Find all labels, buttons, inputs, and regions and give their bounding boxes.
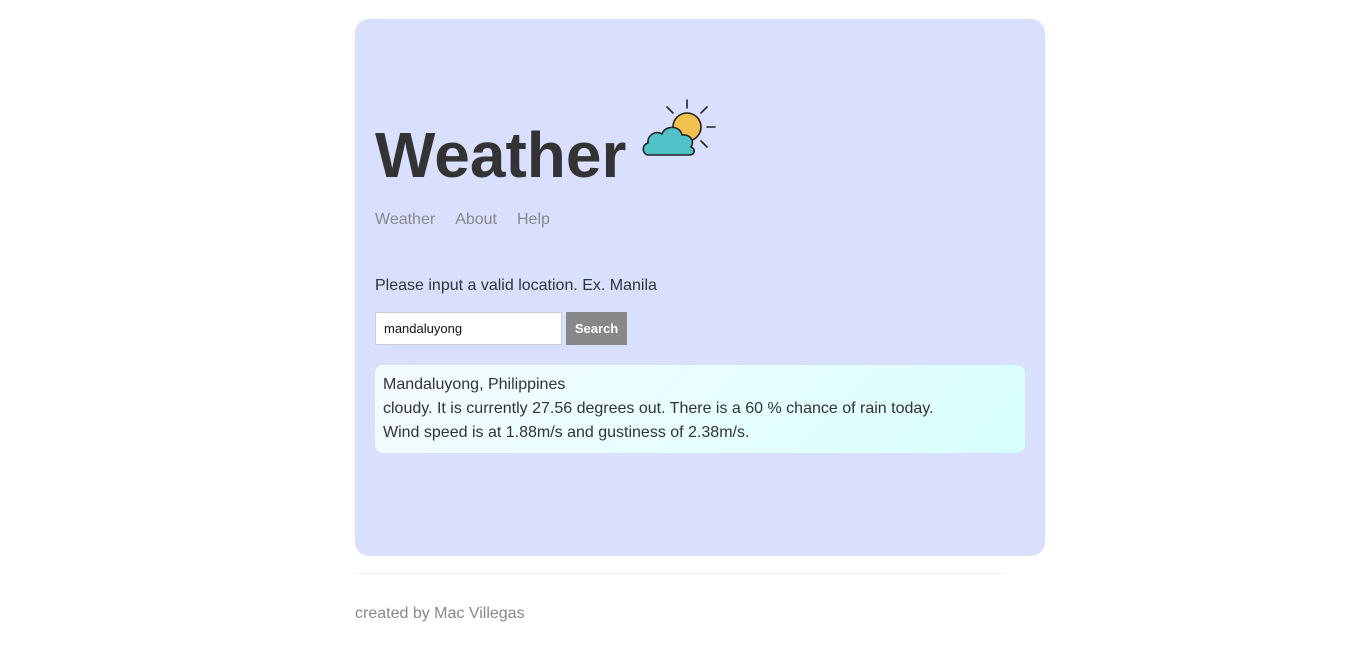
page-title: Weather (375, 119, 627, 191)
weather-card: Weather Weather About Help Please input … (355, 19, 1045, 556)
result-conditions: cloudy. It is currently 27.56 degrees ou… (383, 400, 934, 417)
location-prompt: Please input a valid location. Ex. Manil… (375, 277, 657, 294)
search-form: Search (375, 312, 627, 345)
result-location: Mandaluyong, Philippines (383, 376, 566, 393)
weather-result: Mandaluyong, Philippines cloudy. It is c… (375, 365, 1025, 453)
main-nav: Weather About Help (375, 211, 550, 229)
footer-credit: created by Mac Villegas (355, 605, 525, 622)
partly-cloudy-icon (640, 97, 718, 159)
footer-divider (355, 573, 1005, 574)
nav-link-weather[interactable]: Weather (375, 211, 435, 229)
search-button[interactable]: Search (566, 312, 627, 345)
nav-link-about[interactable]: About (455, 211, 497, 229)
result-wind: Wind speed is at 1.88m/s and gustiness o… (383, 424, 750, 441)
nav-link-help[interactable]: Help (517, 211, 550, 229)
location-input[interactable] (375, 312, 562, 345)
